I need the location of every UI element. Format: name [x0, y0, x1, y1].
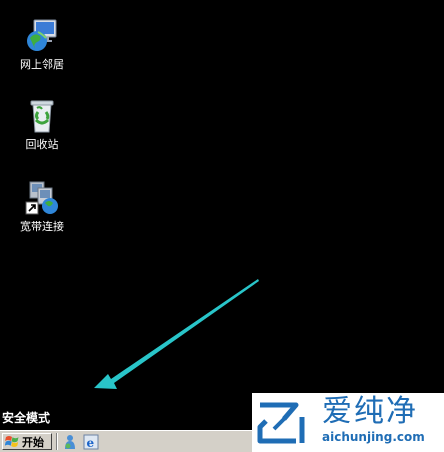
- start-button-label: 开始: [22, 435, 44, 449]
- desktop-icon-broadband-connection[interactable]: 宽带连接: [7, 180, 77, 233]
- desktop-icon-label: 宽带连接: [20, 220, 64, 233]
- desktop-icon-label: 网上邻居: [20, 58, 64, 71]
- safe-mode-label: 安全模式: [2, 411, 51, 425]
- aichunjing-logo-icon: [257, 402, 305, 444]
- desktop-icon-label: 回收站: [25, 138, 59, 151]
- start-button[interactable]: 开始: [2, 433, 52, 450]
- network-places-icon: [27, 19, 57, 51]
- svg-text:e: e: [87, 436, 95, 450]
- windows-flag-icon: [5, 436, 19, 447]
- quick-launch-separator: [56, 433, 58, 450]
- watermark-url: aichunjing.com: [322, 430, 425, 444]
- watermark-brand: 爱纯净: [322, 394, 418, 429]
- watermark-logo: 爱纯净 aichunjing.com: [252, 393, 444, 452]
- broadband-connection-icon: [25, 181, 58, 215]
- recycle-bin-icon: [30, 100, 54, 133]
- internet-explorer-icon[interactable]: e: [83, 434, 99, 450]
- messenger-icon[interactable]: [62, 434, 78, 450]
- desktop-icon-network-places[interactable]: 网上邻居: [7, 18, 77, 71]
- desktop-icon-recycle-bin[interactable]: 回收站: [7, 98, 77, 151]
- desktop: 网上邻居 回收站 宽带连接 安全模式: [0, 0, 444, 430]
